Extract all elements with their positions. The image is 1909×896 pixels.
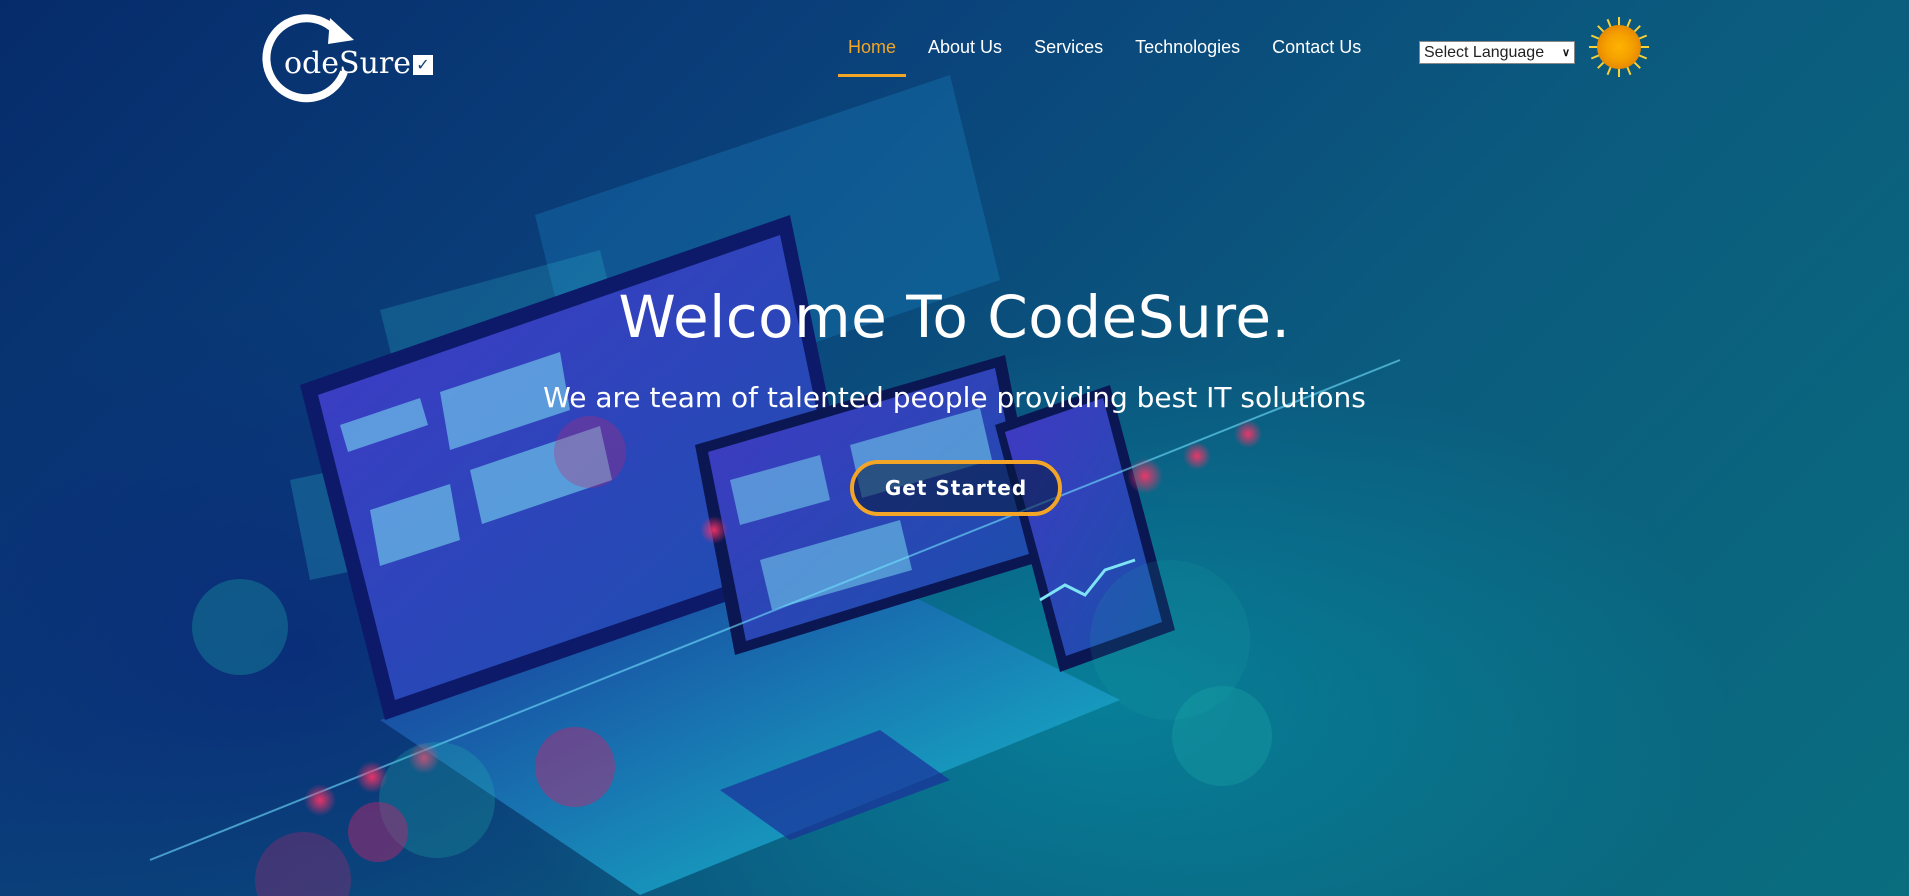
nav-contact-us[interactable]: Contact Us	[1262, 30, 1371, 70]
bokeh-circle	[1090, 560, 1250, 720]
hero-subtitle: We are team of talented people providing…	[543, 381, 1366, 414]
nav-technologies[interactable]: Technologies	[1125, 30, 1250, 70]
glow-dot	[1183, 442, 1211, 470]
main-nav: Home About Us Services Technologies Cont…	[838, 30, 1383, 77]
bokeh-circle	[255, 832, 351, 896]
language-select-value: Select Language	[1424, 43, 1545, 61]
checkmark-icon: ✓	[413, 55, 433, 75]
get-started-button[interactable]: Get Started	[850, 460, 1062, 516]
bokeh-circle	[192, 579, 288, 675]
nav-about-us[interactable]: About Us	[918, 30, 1012, 70]
page: odeSure ✓ Home About Us Services Technolo…	[0, 0, 1909, 896]
language-select[interactable]: Select Language ∨	[1419, 41, 1575, 64]
glow-dot	[1127, 458, 1163, 494]
logo-text: odeSure ✓	[284, 46, 433, 81]
glow-dot	[700, 516, 728, 544]
bokeh-circle	[554, 416, 626, 488]
bokeh-circle	[535, 727, 615, 807]
hero-illustration	[149, 75, 1401, 896]
glow-dot	[1234, 420, 1262, 448]
glow-dot	[304, 784, 336, 816]
bokeh-circle	[348, 802, 408, 862]
site-logo[interactable]: odeSure ✓	[262, 10, 433, 105]
nav-services[interactable]: Services	[1024, 30, 1113, 70]
chevron-down-icon: ∨	[1561, 47, 1570, 59]
site-header: odeSure ✓ Home About Us Services Technolo…	[0, 0, 1909, 103]
sun-icon[interactable]	[1588, 16, 1650, 78]
nav-home[interactable]: Home	[838, 30, 907, 77]
hero-title: Welcome To CodeSure.	[618, 283, 1291, 351]
